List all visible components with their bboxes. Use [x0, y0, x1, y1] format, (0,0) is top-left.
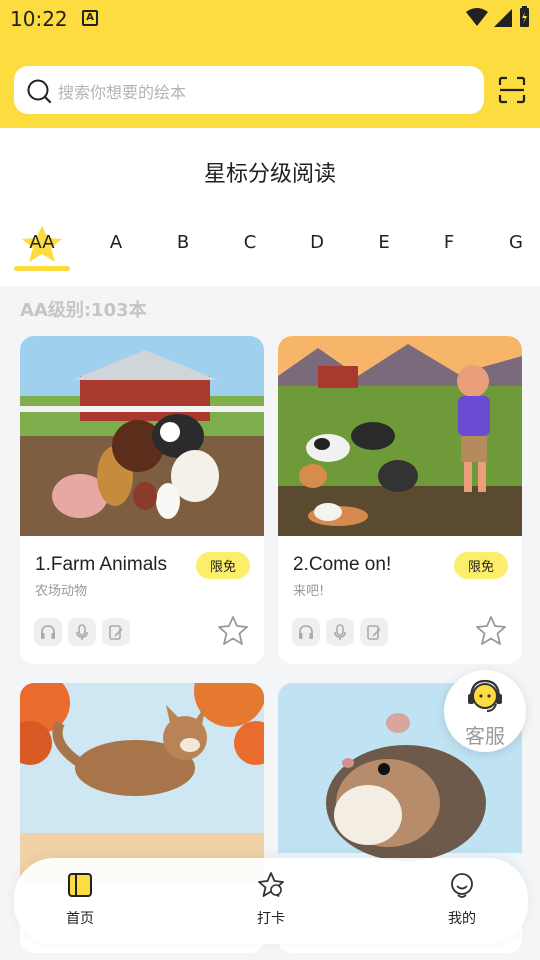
book-home-icon [68, 873, 92, 897]
nav-checkin-label: 打卡 [257, 911, 285, 927]
header-bar: 10:22 A 搜索你想要的绘本 [0, 0, 540, 128]
book-card[interactable]: 1.Farm Animals 农场动物 限免 [20, 336, 264, 664]
practice-button[interactable] [360, 618, 388, 646]
favorite-star-icon[interactable] [474, 614, 508, 648]
bottom-nav: 首页 打卡 我的 [14, 858, 528, 944]
book-tools [34, 618, 130, 646]
tab-level-g[interactable]: G [496, 232, 536, 253]
nav-home-label: 首页 [66, 911, 94, 927]
free-badge: 限免 [195, 552, 250, 579]
tab-level-c[interactable]: C [230, 232, 270, 253]
record-button[interactable] [326, 618, 354, 646]
nav-profile[interactable]: 我的 [422, 870, 502, 928]
record-button[interactable] [68, 618, 96, 646]
tab-level-f[interactable]: F [429, 232, 469, 253]
book-subtitle: 农场动物 [35, 584, 88, 599]
book-cover-cat[interactable] [20, 683, 264, 883]
smile-profile-icon [451, 873, 473, 898]
jumping-cat-illustration [20, 683, 264, 883]
tab-level-a[interactable]: A [96, 232, 136, 253]
headset-agent-icon [468, 679, 502, 712]
level-tabs: AA A B C D E F G [0, 226, 540, 274]
notebook-pen-icon [367, 625, 381, 640]
favorite-star-icon[interactable] [216, 614, 250, 648]
section-title: 星标分级阅读 [203, 162, 336, 187]
nav-checkin[interactable]: 打卡 [231, 870, 311, 928]
headphones-icon [299, 625, 313, 639]
book-card[interactable]: 2.Come on! 来吧! 限免 [278, 336, 522, 664]
star-checkin-icon [258, 872, 284, 897]
book-subtitle: 来吧! [293, 584, 325, 599]
nav-home[interactable]: 首页 [40, 870, 120, 928]
status-time: 10:22 [10, 7, 68, 31]
book-title: 2.Come on! [293, 554, 392, 575]
status-icons [466, 6, 530, 28]
book-count: AA级别:103本 [20, 300, 147, 321]
battery-icon [520, 6, 529, 27]
notebook-pen-icon [109, 625, 123, 640]
tab-level-b[interactable]: B [163, 232, 203, 253]
nav-profile-label: 我的 [448, 911, 476, 927]
tab-level-d[interactable]: D [297, 232, 337, 253]
scan-icon[interactable] [498, 76, 526, 104]
search-icon [27, 79, 52, 104]
book-cover-farm[interactable] [20, 336, 264, 536]
book-title: 1.Farm Animals [35, 554, 167, 575]
practice-button[interactable] [102, 618, 130, 646]
farm-animals-illustration [20, 336, 264, 536]
listen-button[interactable] [34, 618, 62, 646]
microphone-icon [76, 624, 88, 640]
wifi-icon [466, 8, 488, 26]
notification-a-icon: A [82, 10, 98, 26]
signal-icon [494, 9, 512, 27]
customer-service-label: 客服 [465, 724, 505, 748]
status-bar: 10:22 A [0, 0, 540, 36]
search-bar[interactable]: 搜索你想要的绘本 [14, 66, 484, 114]
microphone-icon [334, 624, 346, 640]
customer-service-button[interactable]: 客服 [444, 670, 526, 752]
book-cover-come-on[interactable] [278, 336, 522, 536]
tab-level-e[interactable]: E [364, 232, 404, 253]
level-panel: 星标分级阅读 AA A B C D E F G [0, 128, 540, 286]
listen-button[interactable] [292, 618, 320, 646]
book-tools [292, 618, 388, 646]
tab-level-aa[interactable]: AA [22, 232, 62, 253]
search-placeholder: 搜索你想要的绘本 [58, 83, 187, 102]
free-badge: 限免 [453, 552, 508, 579]
active-tab-indicator [14, 266, 70, 271]
headphones-icon [41, 625, 55, 639]
come-on-illustration [278, 336, 522, 536]
